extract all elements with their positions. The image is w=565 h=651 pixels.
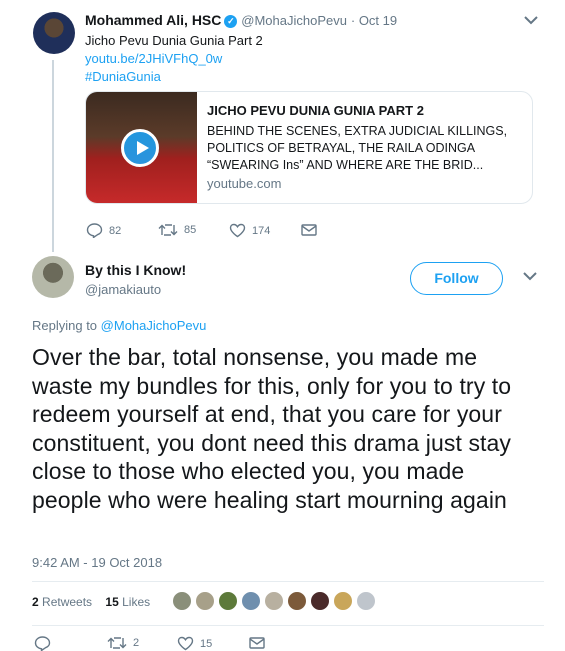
chevron-down-icon[interactable]: [524, 14, 538, 28]
divider: [32, 581, 544, 582]
parent-like-count: 174: [252, 224, 271, 237]
envelope-icon: [301, 224, 317, 236]
liker-avatar[interactable]: [287, 591, 307, 611]
card-title: JICHO PEVU DUNIA GUNIA PART 2: [207, 103, 424, 118]
like-action-count: 15: [200, 637, 213, 650]
parent-author[interactable]: Mohammed Ali, HSC ✓ @MohaJichoPevu · Oct …: [85, 12, 397, 28]
liker-avatars: [172, 591, 379, 611]
like-action[interactable]: 15: [177, 636, 212, 651]
retweets-count: 2: [32, 595, 39, 609]
reply-author-name[interactable]: By this I Know!: [85, 262, 186, 278]
liker-avatar[interactable]: [218, 591, 238, 611]
parent-hashtag[interactable]: #DuniaGunia: [85, 68, 263, 86]
parent-handle[interactable]: @MohaJichoPevu: [241, 13, 347, 28]
parent-tweet-text: Jicho Pevu Dunia Gunia Part 2: [85, 33, 263, 48]
heart-icon: [177, 636, 194, 651]
retweet-action[interactable]: 2: [107, 636, 139, 650]
liker-avatar[interactable]: [241, 591, 261, 611]
reply-text: Over the bar, total nonsense, you made m…: [32, 344, 512, 513]
reply-author-handle[interactable]: @jamakiauto: [85, 282, 161, 297]
reply-icon: [86, 223, 103, 238]
parent-retweet-action[interactable]: 85: [158, 223, 196, 237]
retweets-label: Retweets: [42, 595, 93, 609]
liker-avatar[interactable]: [310, 591, 330, 611]
divider: [32, 625, 544, 626]
envelope-icon: [249, 637, 265, 649]
likes-stat[interactable]: 15 Likes: [105, 595, 150, 609]
follow-button[interactable]: Follow: [410, 262, 503, 295]
thread-line: [52, 60, 54, 252]
dm-action[interactable]: [249, 637, 271, 649]
replying-to: Replying to @MohaJichoPevu: [32, 318, 206, 333]
engagement-stats: 2 Retweets 15 Likes: [32, 595, 150, 609]
reply-icon: [34, 636, 51, 651]
link-card[interactable]: JICHO PEVU DUNIA GUNIA PART 2 BEHIND THE…: [85, 91, 533, 204]
parent-author-name[interactable]: Mohammed Ali, HSC: [85, 12, 221, 28]
parent-reply-count: 82: [109, 224, 122, 237]
parent-date[interactable]: · Oct 19: [351, 13, 397, 28]
liker-avatar[interactable]: [264, 591, 284, 611]
card-domain: youtube.com: [207, 176, 282, 191]
replying-to-handle[interactable]: @MohaJichoPevu: [101, 318, 207, 333]
liker-avatar[interactable]: [333, 591, 353, 611]
parent-reply-action[interactable]: 82: [86, 223, 121, 238]
liker-avatar[interactable]: [195, 591, 215, 611]
parent-text: Jicho Pevu Dunia Gunia Part 2 youtu.be/2…: [85, 32, 263, 86]
parent-like-action[interactable]: 174: [229, 223, 270, 238]
chevron-down-icon[interactable]: [523, 270, 537, 284]
play-icon[interactable]: [121, 129, 159, 167]
retweet-icon: [158, 224, 178, 236]
author-avatar[interactable]: [33, 12, 75, 54]
parent-dm-action[interactable]: [301, 224, 323, 236]
parent-retweet-count: 85: [184, 224, 197, 236]
liker-avatar[interactable]: [172, 591, 192, 611]
reply-timestamp[interactable]: 9:42 AM - 19 Oct 2018: [32, 555, 162, 570]
likes-count: 15: [105, 595, 119, 609]
reply-action[interactable]: [34, 636, 57, 651]
likes-label: Likes: [122, 595, 151, 609]
retweet-icon: [107, 637, 127, 649]
retweets-stat[interactable]: 2 Retweets: [32, 595, 92, 609]
liker-avatar[interactable]: [356, 591, 376, 611]
parent-link[interactable]: youtu.be/2JHiVFhQ_0w: [85, 50, 263, 68]
card-description: BEHIND THE SCENES, EXTRA JUDICIAL KILLIN…: [207, 124, 508, 172]
reply-author-avatar[interactable]: [32, 256, 74, 298]
verified-icon: ✓: [224, 15, 238, 28]
retweet-action-count: 2: [133, 637, 140, 649]
replying-to-label: Replying to: [32, 318, 98, 333]
card-thumbnail[interactable]: [86, 92, 197, 203]
heart-icon: [229, 223, 246, 238]
